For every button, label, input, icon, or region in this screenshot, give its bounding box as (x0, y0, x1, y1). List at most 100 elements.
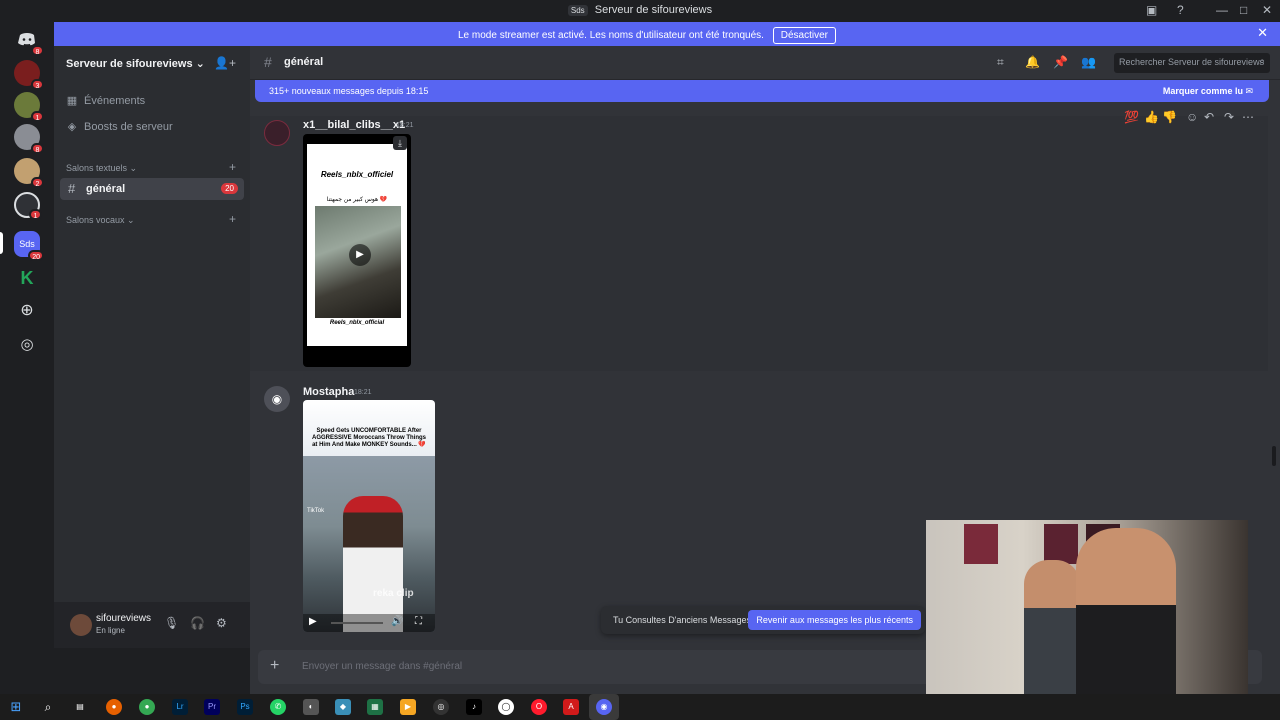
user-panel: sifoureviews En ligne 🎙 🎧 ⚙ (54, 602, 250, 648)
scrollbar[interactable] (1272, 446, 1276, 466)
old-messages-text: Tu Consultes D'anciens Messages (613, 615, 751, 625)
channel-title: général (284, 56, 324, 68)
streamer-mode-banner: Le mode streamer est activé. Les noms d'… (54, 22, 1280, 46)
voice-category[interactable]: Salons vocaux ⌄ (66, 215, 135, 226)
threads-icon[interactable]: ⌗ (997, 55, 1004, 70)
discord-icon[interactable]: ◉ (596, 699, 612, 715)
message-time: 18:21 (396, 122, 414, 129)
members-icon[interactable]: 👥 (1081, 55, 1096, 69)
taskbar: ⊞ ⌕ ▤ ● ● Lr Pr Ps ✆ ◐ ◆ ▦ ▶ ◎ ♪ ◯ O A ◉ (0, 694, 1280, 720)
search-input[interactable]: Rechercher Serveur de sifoureviews ⌕ (1114, 53, 1270, 73)
lightroom-icon[interactable]: Lr (172, 699, 188, 715)
maximize-button[interactable]: □ (1240, 3, 1247, 17)
message-input[interactable]: Envoyer un message dans #général (302, 661, 462, 672)
server-avatar[interactable]: 3 (14, 60, 44, 90)
server-avatar[interactable]: 2 (14, 158, 44, 188)
server-avatar[interactable]: 1 (14, 92, 44, 122)
windows-start-icon[interactable]: ⊞ (8, 699, 24, 715)
app-icon[interactable]: ◎ (433, 699, 449, 715)
channel-general[interactable]: # général 20 (60, 178, 244, 200)
app-icon[interactable]: ▶ (400, 699, 416, 715)
video-caption: Speed Gets UNCOMFORTABLE After AGGRESSIV… (303, 400, 435, 456)
thumbs-down-icon[interactable]: 👎 (1162, 110, 1177, 124)
firefox-icon[interactable]: ● (106, 699, 122, 715)
search-icon[interactable]: ⌕ (40, 699, 56, 715)
avatar[interactable] (70, 614, 92, 636)
message-author[interactable]: x1__bilal_clibs__x1 (303, 119, 405, 131)
calendar-icon: ▦ (66, 95, 78, 107)
server-avatar[interactable]: Sds 20 (14, 231, 44, 261)
thumbs-up-icon[interactable]: 👍 (1144, 110, 1159, 124)
excel-icon[interactable]: ▦ (367, 699, 383, 715)
volume-icon[interactable]: 🔊 (391, 616, 403, 627)
bell-icon[interactable]: 🔔 (1025, 55, 1040, 69)
discover-icon[interactable]: ◎ (14, 332, 40, 358)
inbox-icon[interactable]: ▣ (1146, 3, 1157, 17)
download-icon[interactable]: ⤓ (393, 136, 407, 150)
title-badge: Sds (567, 5, 588, 16)
help-icon[interactable]: ? (1177, 3, 1184, 17)
invite-people-icon[interactable]: 👤+ (214, 56, 236, 70)
server-avatar[interactable]: 1 (14, 192, 42, 220)
close-icon[interactable]: ✕ (1257, 25, 1268, 41)
app-icon[interactable]: ◆ (335, 699, 351, 715)
gear-icon[interactable]: ⚙ (216, 616, 227, 630)
reply-icon[interactable]: ↶ (1204, 110, 1214, 124)
more-icon[interactable]: ⋯ (1242, 110, 1254, 124)
disable-streamer-button[interactable]: Désactiver (772, 27, 836, 44)
video-attachment[interactable]: Speed Gets UNCOMFORTABLE After AGGRESSIV… (303, 400, 435, 632)
headphones-icon[interactable]: 🎧 (190, 616, 205, 630)
window-title: Sds Serveur de sifoureviews (0, 4, 1280, 16)
play-icon[interactable]: ▶ (309, 616, 317, 627)
server-name: Serveur de sifoureviews (66, 58, 193, 70)
photoshop-icon[interactable]: Ps (237, 699, 253, 715)
old-messages-bar: Tu Consultes D'anciens Messages Revenir … (601, 606, 925, 634)
attach-icon[interactable]: + (270, 657, 279, 675)
video-attachment[interactable]: Reels_nblx_officiel هوس كبير من جمهتنا 💔… (303, 134, 411, 367)
play-icon[interactable]: ▶ (349, 244, 371, 266)
avatar[interactable] (264, 120, 290, 146)
jump-to-present-button[interactable]: Revenir aux messages les plus récents (748, 610, 921, 630)
task-view-icon[interactable]: ▤ (72, 699, 88, 715)
add-server-icon[interactable]: ⊕ (14, 298, 40, 324)
server-badge: 1 (31, 111, 44, 122)
pin-icon[interactable]: 📌 (1053, 55, 1068, 69)
server-badge: 2 (31, 177, 44, 188)
server-name-button[interactable]: Serveur de sifoureviews ⌄ (66, 57, 205, 70)
channel-header: # général ⌗ 🔔 📌 👥 Rechercher Serveur de … (250, 46, 1280, 80)
server-avatar[interactable]: 8 (14, 124, 44, 154)
forward-icon[interactable]: ↷ (1224, 110, 1234, 124)
opera-icon[interactable]: O (531, 699, 547, 715)
acrobat-icon[interactable]: A (563, 699, 579, 715)
microphone-icon[interactable]: 🎙 (164, 616, 179, 630)
premiere-icon[interactable]: Pr (204, 699, 220, 715)
add-reaction-icon[interactable]: ☺ (1186, 110, 1198, 124)
close-button[interactable]: ✕ (1262, 3, 1272, 17)
category-label: Salons vocaux (66, 215, 125, 225)
new-messages-bar[interactable]: 315+ nouveaux messages depuis 18:15 Marq… (255, 80, 1269, 102)
video-watermark: reka clip (373, 588, 414, 599)
app-icon[interactable]: ◯ (498, 699, 514, 715)
add-voice-channel-icon[interactable]: + (229, 212, 236, 226)
app-icon[interactable]: ◐ (303, 699, 319, 715)
text-category[interactable]: Salons textuels ⌄ (66, 163, 137, 174)
hundred-reaction-icon[interactable]: 💯 (1124, 110, 1139, 124)
tiktok-icon[interactable]: ♪ (466, 699, 482, 715)
new-messages-text: 315+ nouveaux messages depuis 18:15 (269, 86, 429, 96)
whatsapp-icon[interactable]: ✆ (270, 699, 286, 715)
mark-as-read-button[interactable]: Marquer comme lu ✉ (1163, 86, 1253, 97)
user-status: En ligne (96, 626, 125, 635)
sidebar-item-boosts[interactable]: ◈ Boosts de serveur (66, 120, 173, 133)
add-channel-icon[interactable]: + (229, 160, 236, 174)
sidebar-item-events[interactable]: ▦ Événements (66, 94, 145, 107)
server-avatar[interactable]: K (14, 265, 40, 291)
fullscreen-icon[interactable]: ⛶ (415, 616, 422, 627)
avatar[interactable]: ◉ (264, 386, 290, 412)
video-thumbnail: TikTok reka clip (303, 456, 435, 632)
discord-home-icon[interactable]: 8 (14, 26, 44, 56)
message-author[interactable]: Mostapha (303, 386, 354, 398)
chrome-icon[interactable]: ● (139, 699, 155, 715)
video-progress[interactable] (331, 622, 383, 624)
video-controls: ▶ 🔊 ⛶ (303, 614, 435, 632)
minimize-button[interactable]: — (1216, 3, 1228, 17)
